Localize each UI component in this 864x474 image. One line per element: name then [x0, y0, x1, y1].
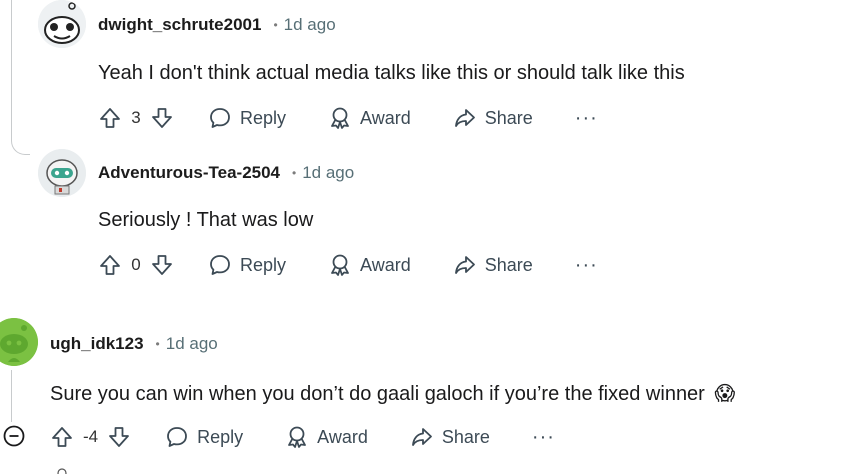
vote-count: 0	[131, 255, 141, 274]
award-icon	[331, 254, 349, 276]
comment-actions: 0 Reply Award Share ···	[98, 250, 598, 280]
collapse-minus-icon	[3, 425, 25, 447]
award-button[interactable]: Award	[285, 425, 368, 449]
more-options-button[interactable]: ···	[575, 254, 598, 277]
reply-label: Reply	[240, 254, 287, 275]
more-options-button[interactable]: ···	[532, 426, 555, 449]
snoo-avatar-icon	[0, 318, 38, 366]
award-button[interactable]: Award	[328, 253, 411, 277]
award-label: Award	[360, 254, 411, 275]
speech-bubble-icon	[210, 255, 230, 275]
reply-button[interactable]: Reply	[208, 253, 286, 277]
timestamp[interactable]: 1d ago	[284, 15, 336, 35]
next-reply-avatar[interactable]	[54, 464, 70, 474]
comment-actions: -4 Reply Award Share ···	[50, 422, 555, 452]
separator-dot: •	[273, 18, 278, 32]
comment-meta: ugh_idk123 • 1d ago	[50, 332, 218, 356]
vote-count: 3	[131, 108, 141, 127]
timestamp[interactable]: 1d ago	[166, 334, 218, 354]
arrow-down-icon[interactable]	[150, 106, 174, 130]
share-icon	[454, 256, 475, 274]
comment-meta: Adventurous-Tea-2504 • 1d ago	[98, 161, 354, 185]
scream-emoji: 😱	[714, 383, 736, 405]
arrow-up-icon[interactable]	[50, 425, 74, 449]
award-icon	[288, 426, 307, 448]
share-label: Share	[484, 254, 533, 275]
username[interactable]: ugh_idk123	[50, 334, 144, 354]
comment-1: dwight_schrute2001 • 1d ago Yeah I don't…	[0, 0, 864, 140]
share-label: Share	[484, 107, 533, 128]
award-label: Award	[317, 426, 368, 447]
comment-body-text: Sure you can win when you don’t do gaali…	[50, 383, 705, 405]
arrow-up-icon[interactable]	[98, 106, 122, 130]
share-button[interactable]: Share	[453, 106, 533, 130]
award-label: Award	[360, 107, 411, 128]
share-icon	[454, 109, 475, 127]
username[interactable]: Adventurous-Tea-2504	[98, 163, 280, 183]
comment-3: ugh_idk123 • 1d ago Sure you can win whe…	[0, 318, 864, 474]
comment-actions: 3 Reply Award Share ···	[98, 103, 598, 133]
avatar[interactable]	[38, 149, 86, 197]
comment-body: Yeah I don't think actual media talks li…	[98, 62, 685, 84]
reply-button[interactable]: Reply	[208, 106, 286, 130]
snoo-avatar-icon	[57, 468, 67, 474]
separator-dot: •	[292, 166, 297, 180]
comment-2: Adventurous-Tea-2504 • 1d ago Seriously …	[0, 145, 864, 285]
snoo-avatar-icon	[38, 0, 86, 48]
speech-bubble-icon	[167, 427, 188, 447]
award-icon	[331, 107, 349, 129]
reply-label: Reply	[197, 426, 244, 447]
share-label: Share	[441, 426, 490, 447]
comment-body: Seriously ! That was low	[98, 209, 314, 231]
username[interactable]: dwight_schrute2001	[98, 15, 261, 35]
avatar[interactable]	[0, 318, 38, 366]
share-button[interactable]: Share	[453, 253, 533, 277]
reply-label: Reply	[240, 107, 287, 128]
speech-bubble-icon	[210, 108, 230, 128]
more-options-button[interactable]: ···	[575, 107, 598, 130]
comment-meta: dwight_schrute2001 • 1d ago	[98, 13, 336, 37]
avatar[interactable]	[38, 0, 86, 48]
comment-body: Sure you can win when you don’t do gaali…	[50, 381, 735, 406]
share-icon	[411, 428, 432, 446]
vote-count: -4	[83, 427, 99, 446]
astronaut-avatar-icon	[38, 149, 86, 197]
collapse-button[interactable]	[3, 425, 25, 447]
arrow-down-icon[interactable]	[107, 425, 131, 449]
timestamp[interactable]: 1d ago	[302, 163, 354, 183]
arrow-down-icon[interactable]	[150, 253, 174, 277]
arrow-up-icon[interactable]	[98, 253, 122, 277]
reply-button[interactable]: Reply	[165, 425, 243, 449]
separator-dot: •	[155, 337, 160, 351]
share-button[interactable]: Share	[410, 425, 490, 449]
award-button[interactable]: Award	[328, 106, 411, 130]
